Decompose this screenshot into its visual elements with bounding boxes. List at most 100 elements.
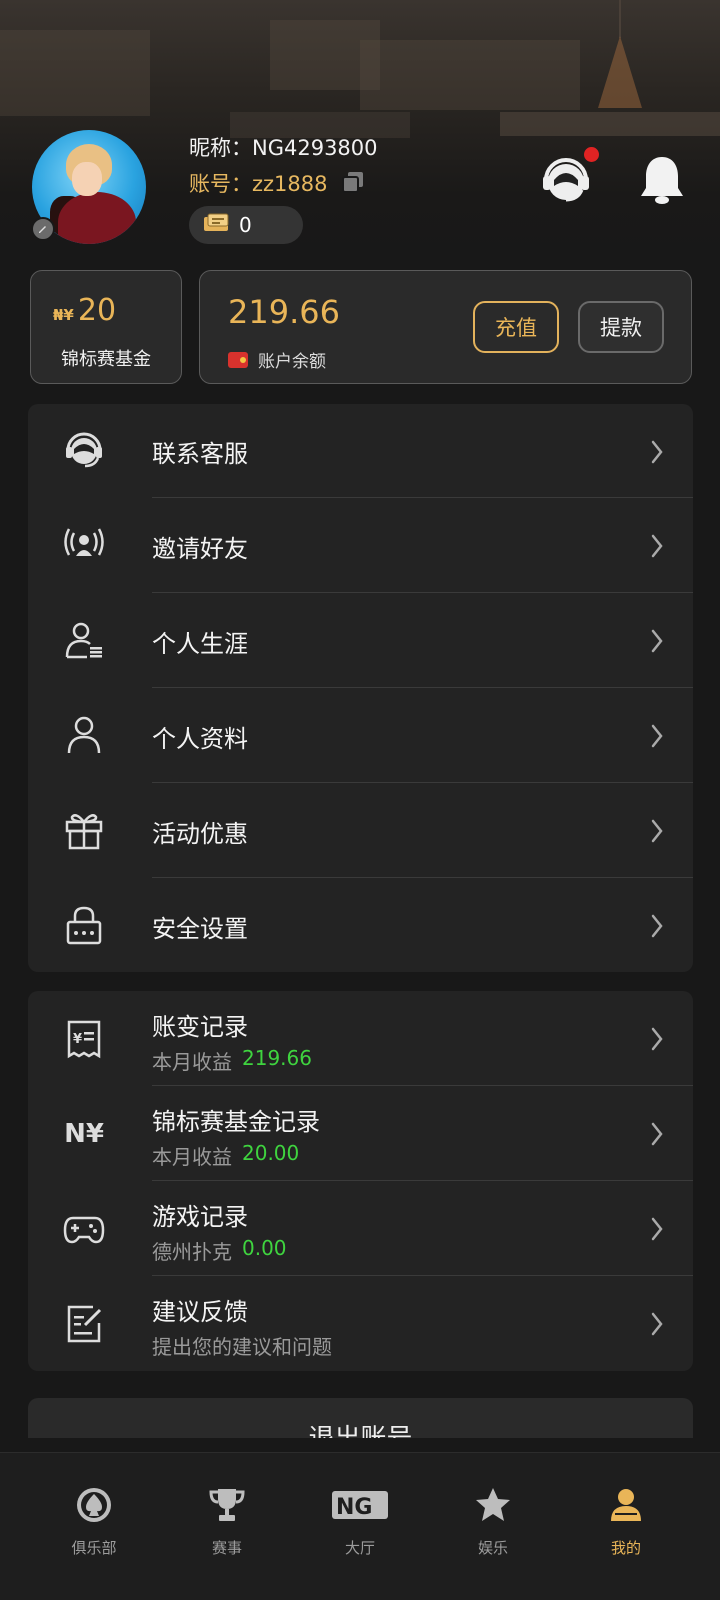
menu-item-invite-friends[interactable]: 邀请好友: [28, 498, 693, 593]
chevron-right-icon: [651, 1027, 663, 1051]
chevron-right-icon: [651, 1122, 663, 1146]
menu-item-label: 游戏记录: [152, 1203, 248, 1231]
nickname-label: 昵称：: [189, 136, 252, 160]
notification-dot: [584, 147, 599, 162]
tab-entertainment[interactable]: 娱乐: [433, 1483, 553, 1563]
menu-item-label: 个人资料: [152, 725, 248, 753]
menu-item-fund-records[interactable]: N¥ 锦标赛基金记录 本月收益 20.00: [28, 1086, 693, 1181]
balance-card: 219.66 账户余额 充值 提款: [199, 270, 692, 384]
sub-value: 20.00: [242, 1141, 300, 1165]
chevron-right-icon: [651, 534, 663, 558]
sub-value: 219.66: [242, 1046, 312, 1070]
fund-amount: 20: [77, 293, 117, 328]
menu-item-security[interactable]: 安全设置: [28, 878, 693, 972]
balance-amount: 219.66: [228, 293, 340, 331]
tab-label: 赛事: [211, 1539, 242, 1557]
account-id: 账号：zz1888: [189, 168, 328, 198]
svg-text:¥: ¥: [73, 1032, 82, 1047]
ticket-count: 0: [239, 213, 252, 237]
gamepad-icon: [58, 1203, 110, 1255]
account-label: 账号：: [189, 172, 252, 196]
recharge-button[interactable]: 充值: [473, 301, 559, 353]
tab-label: 娱乐: [477, 1539, 508, 1557]
menu-item-profile[interactable]: 个人资料: [28, 688, 693, 783]
currency-icon: N¥: [58, 1108, 110, 1160]
broadcast-user-icon: [58, 519, 110, 571]
headset-icon: [543, 158, 589, 202]
gift-icon: [58, 804, 110, 856]
account-value: zz1888: [252, 172, 328, 196]
ng-logo-icon: NG: [328, 1483, 392, 1527]
menu-item-label: 建议反馈: [152, 1298, 248, 1326]
sub-label: 提出您的建议和问题: [152, 1335, 332, 1359]
nickname: 昵称：NG4293800: [189, 132, 378, 162]
records-menu: ¥ 账变记录 本月收益 219.66 N¥ 锦标赛基金记录 本月收益 20.00…: [28, 991, 693, 1371]
tab-label: 大厅: [344, 1539, 375, 1557]
bottom-tab-bar: 俱乐部 赛事 NG 大厅 娱乐 我的: [0, 1452, 720, 1600]
menu-item-subline: 德州扑克 0.00: [152, 1236, 287, 1265]
fund-label: 锦标赛基金: [61, 349, 151, 370]
wallet-icon: [228, 351, 248, 368]
tournament-fund-card[interactable]: ₦¥ 20 锦标赛基金: [30, 270, 182, 384]
menu-item-label: 账变记录: [152, 1013, 248, 1041]
main-menu: 联系客服 邀请好友 个人生涯 个人资料 活动优惠 安全设置: [28, 404, 693, 972]
menu-item-label: 安全设置: [152, 915, 248, 943]
tab-label: 我的: [610, 1539, 641, 1557]
lock-icon: [58, 899, 110, 951]
edit-avatar-icon[interactable]: [31, 217, 55, 241]
bell-icon[interactable]: [632, 150, 692, 210]
sub-label: 本月收益: [152, 1145, 232, 1169]
chevron-right-icon: [651, 819, 663, 843]
menu-item-customer-service[interactable]: 联系客服: [28, 404, 693, 498]
sub-value: 0.00: [242, 1236, 287, 1260]
star-icon: [469, 1483, 517, 1527]
background-lamp: [598, 0, 642, 110]
profile-icon: [602, 1483, 650, 1527]
menu-item-subline: 本月收益 20.00: [152, 1141, 299, 1170]
tab-label: 俱乐部: [71, 1539, 117, 1557]
chevron-right-icon: [651, 1217, 663, 1241]
balance-label: 账户余额: [258, 352, 326, 372]
menu-item-game-records[interactable]: 游戏记录 德州扑克 0.00: [28, 1181, 693, 1276]
chevron-right-icon: [651, 724, 663, 748]
tab-mine[interactable]: 我的: [566, 1483, 686, 1563]
menu-item-feedback[interactable]: 建议反馈 提出您的建议和问题: [28, 1276, 693, 1371]
background-shelf: [360, 40, 580, 110]
menu-item-label: 邀请好友: [152, 535, 248, 563]
background-table: [500, 112, 720, 136]
menu-item-label: 锦标赛基金记录: [152, 1108, 320, 1136]
menu-item-label: 联系客服: [152, 440, 248, 468]
sub-label: 本月收益: [152, 1050, 232, 1074]
currency-glyph: N¥: [64, 1119, 104, 1149]
menu-item-promotions[interactable]: 活动优惠: [28, 783, 693, 878]
tab-lobby[interactable]: NG 大厅: [300, 1483, 420, 1563]
user-list-icon: [58, 614, 110, 666]
menu-item-career[interactable]: 个人生涯: [28, 593, 693, 688]
nickname-value: NG4293800: [252, 136, 378, 160]
user-icon: [58, 709, 110, 761]
sub-label: 德州扑克: [152, 1240, 232, 1264]
chevron-right-icon: [651, 1312, 663, 1336]
menu-item-subline: 本月收益 219.66: [152, 1046, 312, 1075]
menu-item-transaction-records[interactable]: ¥ 账变记录 本月收益 219.66: [28, 991, 693, 1086]
chevron-right-icon: [651, 629, 663, 653]
chevron-right-icon: [651, 440, 663, 464]
svg-text:NG: NG: [336, 1495, 372, 1520]
customer-service-icon: [58, 424, 110, 476]
menu-item-subline: 提出您的建议和问题: [152, 1331, 332, 1360]
chevron-right-icon: [651, 914, 663, 938]
ticket-icon: [203, 213, 231, 237]
ticket-counter[interactable]: 0: [189, 206, 303, 244]
menu-item-label: 活动优惠: [152, 820, 248, 848]
copy-icon[interactable]: [341, 170, 365, 194]
tab-events[interactable]: 赛事: [167, 1483, 287, 1563]
menu-item-label: 个人生涯: [152, 630, 248, 658]
background-shelf: [0, 30, 150, 116]
withdraw-button[interactable]: 提款: [578, 301, 664, 353]
fund-currency: ₦¥: [53, 306, 74, 324]
scroll-clip: [0, 1438, 720, 1452]
tab-club[interactable]: 俱乐部: [34, 1483, 154, 1563]
trophy-icon: [203, 1483, 251, 1527]
receipt-icon: ¥: [58, 1013, 110, 1065]
feedback-icon: [58, 1298, 110, 1350]
